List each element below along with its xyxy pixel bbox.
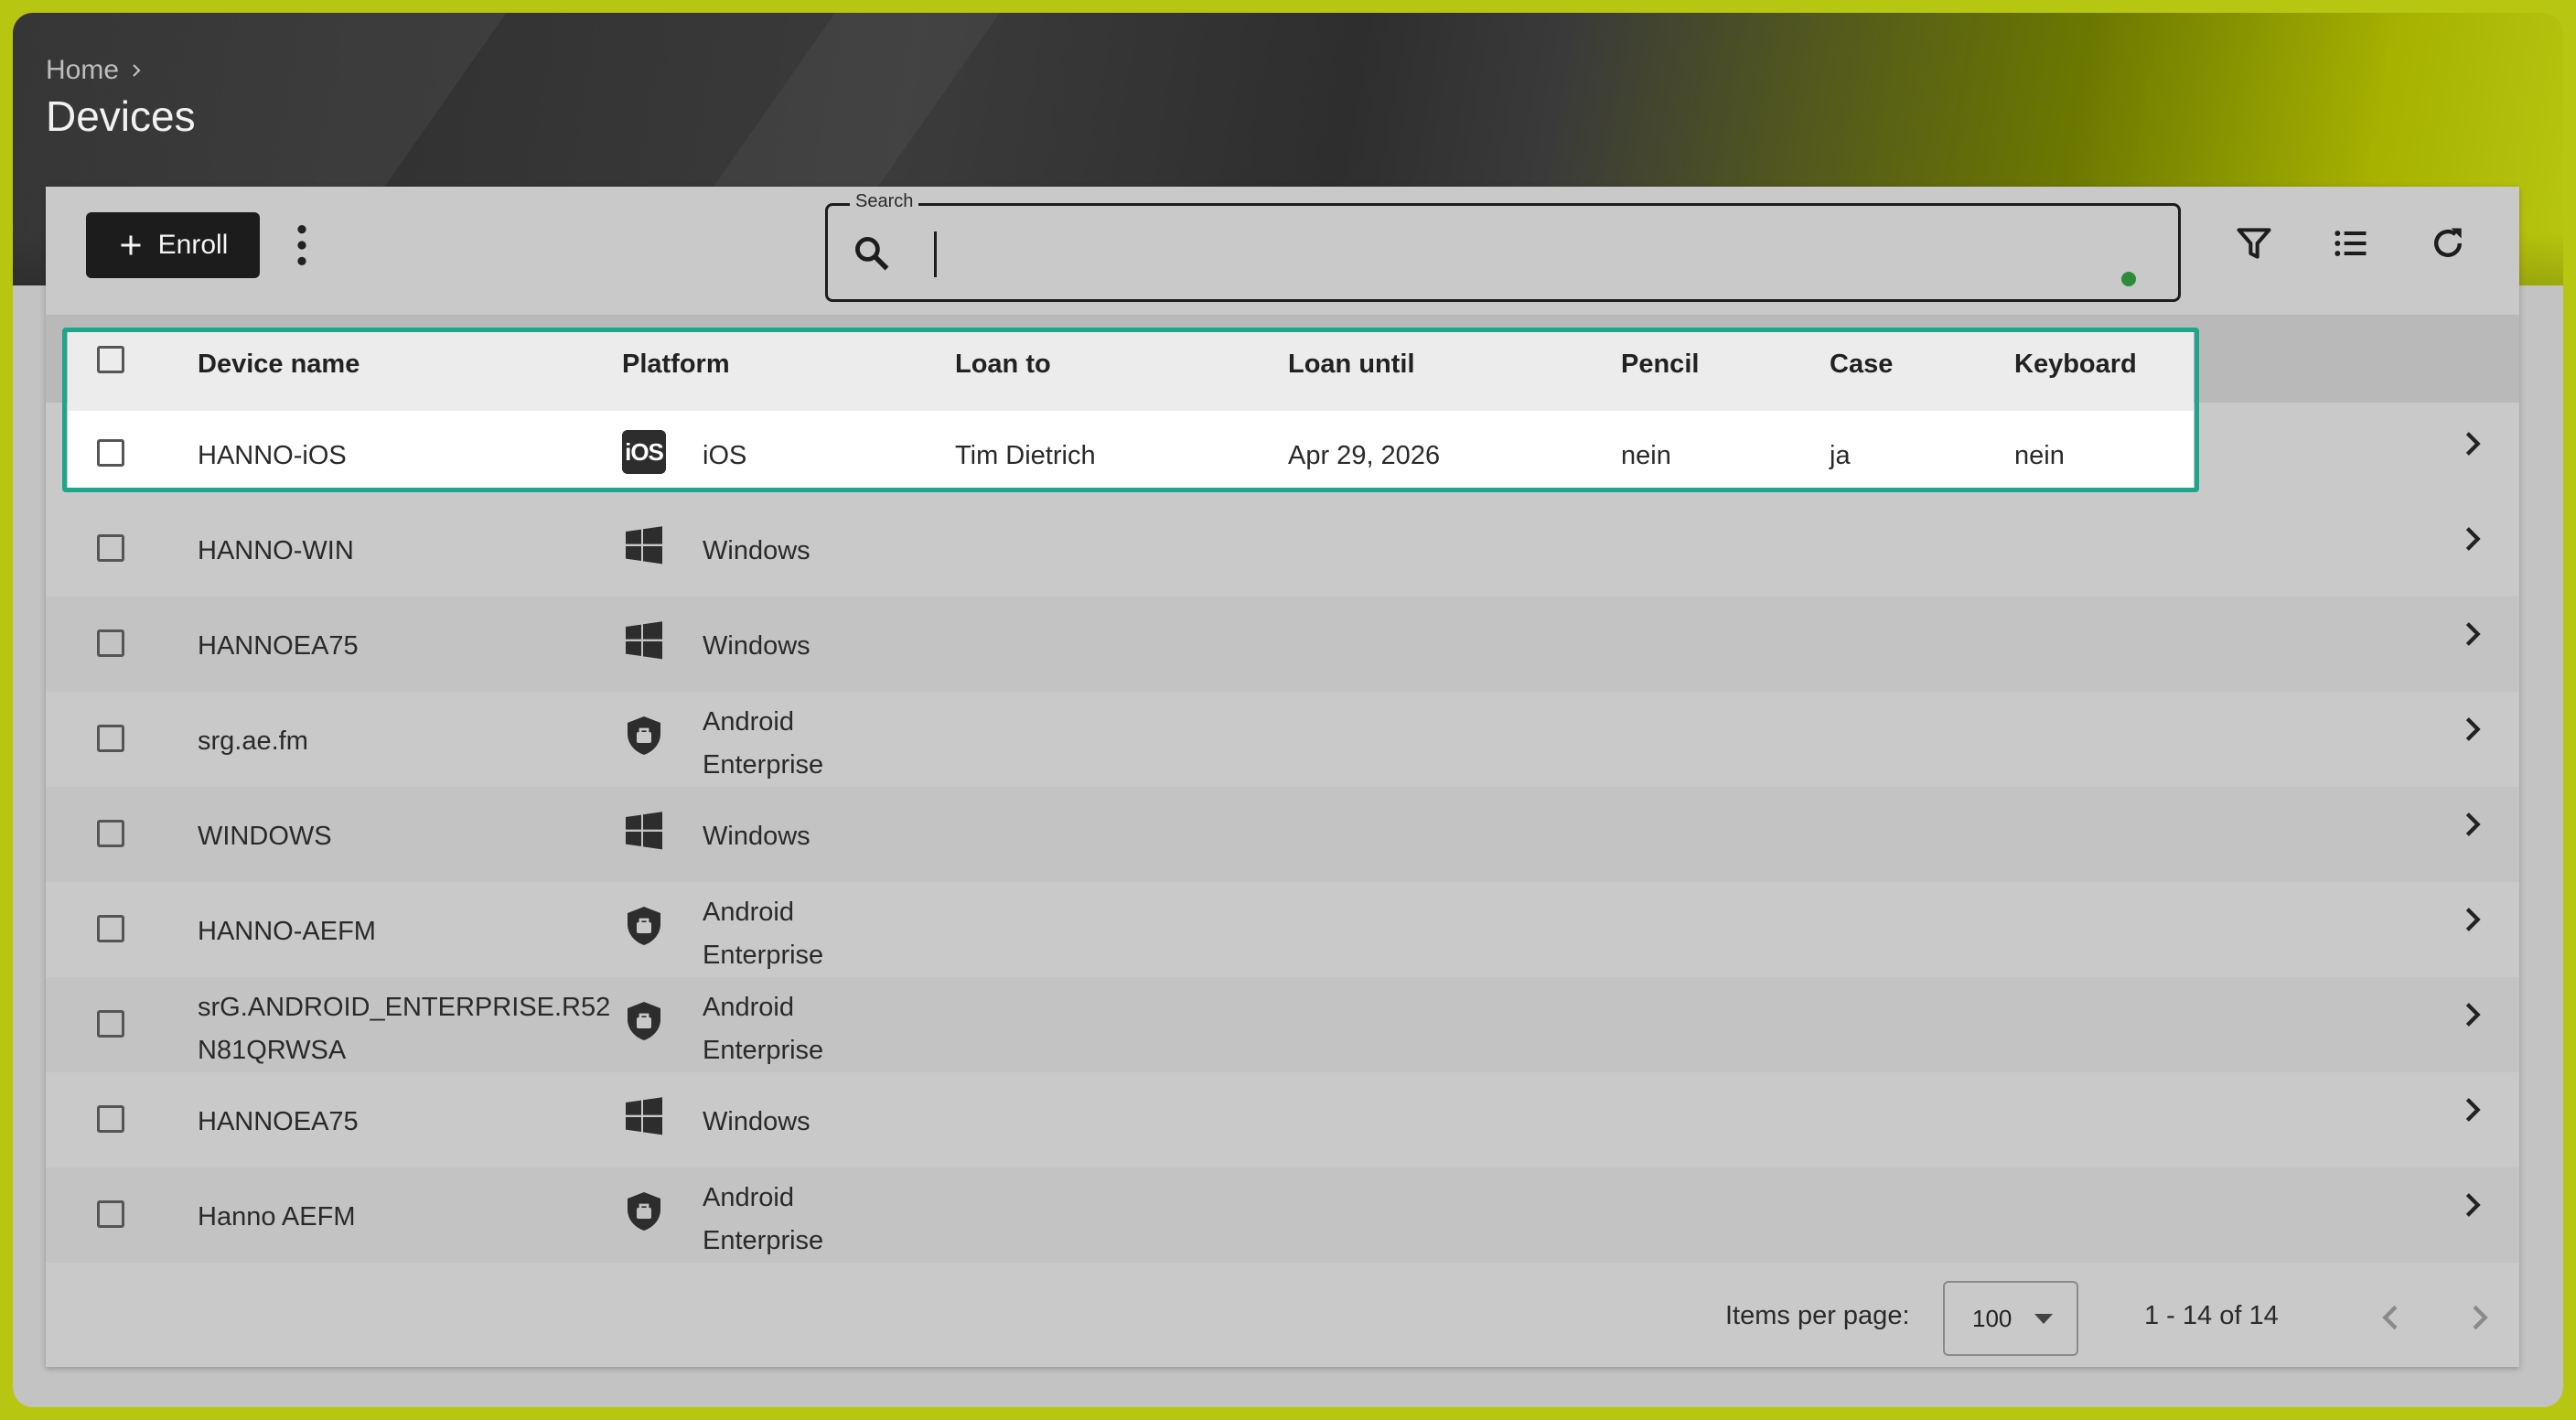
chevron-right-icon[interactable]: [2457, 428, 2488, 459]
next-page-icon[interactable]: [2461, 1299, 2497, 1336]
device-name: Hanno AEFM: [198, 1202, 356, 1232]
search-label: Search: [850, 191, 919, 212]
row-checkbox[interactable]: [97, 725, 124, 752]
row-checkbox[interactable]: [97, 1105, 124, 1133]
android-enterprise-icon: [628, 1192, 660, 1231]
windows-icon: [626, 621, 662, 660]
table-row[interactable]: [46, 1072, 2519, 1167]
platform-name: Android Enterprise: [703, 891, 823, 977]
platform-line-1: Android: [703, 1183, 794, 1212]
platform-line-2: Enterprise: [703, 1036, 824, 1065]
search-input[interactable]: [934, 231, 2100, 277]
row-checkbox[interactable]: [97, 1200, 124, 1228]
android-enterprise-icon: [628, 907, 660, 945]
table-row[interactable]: [46, 787, 2519, 882]
table-row[interactable]: [46, 1167, 2519, 1263]
more-options-icon[interactable]: [285, 221, 318, 269]
refresh-icon[interactable]: [2428, 223, 2468, 264]
chevron-right-icon: [133, 64, 141, 77]
platform-line-1: Android: [703, 993, 794, 1022]
filter-icon[interactable]: [2234, 223, 2274, 264]
platform-name: Android Enterprise: [703, 1177, 823, 1263]
page-title: Devices: [46, 92, 196, 140]
table-row[interactable]: [46, 501, 2519, 597]
platform-line-1: Android: [703, 707, 794, 737]
search-icon: [855, 237, 889, 271]
platform-name: Windows: [703, 536, 810, 565]
items-per-page-label: Items per page:: [1725, 1301, 1910, 1330]
device-name: HANNO-AEFM: [198, 917, 376, 946]
platform-line-2: Enterprise: [703, 941, 824, 970]
device-name: HANNO-WIN: [198, 536, 354, 565]
enroll-label: Enroll: [157, 230, 229, 260]
device-name: HANNOEA75: [198, 631, 359, 661]
row-checkbox[interactable]: [97, 534, 124, 562]
chevron-right-icon[interactable]: [2457, 1094, 2488, 1125]
chevron-right-icon[interactable]: [2457, 809, 2488, 840]
table-row[interactable]: [46, 882, 2519, 977]
chevron-right-icon[interactable]: [2457, 714, 2488, 745]
plus-icon: [121, 235, 141, 255]
windows-icon: [626, 526, 662, 565]
row-checkbox[interactable]: [97, 1010, 124, 1038]
toolbar: Enroll Search: [46, 187, 2519, 304]
dropdown-caret-icon: [2034, 1314, 2053, 1324]
platform-name: Android Enterprise: [703, 986, 823, 1072]
platform-name: Windows: [703, 822, 810, 851]
platform-line-2: Enterprise: [703, 750, 824, 780]
paginator: Items per page: 100 1 - 14 of 14: [46, 1266, 2519, 1367]
row-checkbox[interactable]: [97, 915, 124, 942]
device-name: HANNOEA75: [198, 1107, 359, 1136]
platform-name: Android Enterprise: [703, 701, 823, 787]
row-checkbox[interactable]: [97, 629, 124, 657]
chevron-right-icon[interactable]: [2457, 523, 2488, 554]
selection-highlight-box: [62, 328, 2199, 492]
search-field[interactable]: Search: [825, 191, 2181, 302]
device-name-line-1: srG.ANDROID_ENTERPRISE.R52: [198, 993, 611, 1022]
enroll-button[interactable]: Enroll: [86, 212, 260, 278]
chevron-right-icon[interactable]: [2457, 999, 2488, 1030]
platform-name: Windows: [703, 631, 810, 661]
table-row[interactable]: [46, 597, 2519, 692]
device-name: WINDOWS: [198, 822, 332, 851]
list-view-icon[interactable]: [2331, 223, 2371, 264]
chevron-right-icon[interactable]: [2457, 904, 2488, 935]
windows-icon: [626, 1097, 662, 1135]
android-enterprise-icon: [628, 716, 660, 755]
chevron-right-icon[interactable]: [2457, 1189, 2488, 1221]
breadcrumb: Home: [46, 55, 145, 86]
platform-line-1: Android: [703, 898, 794, 927]
row-checkbox[interactable]: [97, 820, 124, 847]
items-per-page-value: 100: [1972, 1305, 2012, 1332]
items-per-page-select[interactable]: 100: [1943, 1281, 2078, 1356]
chevron-right-icon[interactable]: [2457, 619, 2488, 650]
page-range-label: 1 - 14 of 14: [2144, 1301, 2279, 1330]
device-name: srG.ANDROID_ENTERPRISE.R52 N81QRWSA: [198, 986, 610, 1072]
device-name-line-2: N81QRWSA: [198, 1036, 347, 1065]
table-row[interactable]: [46, 692, 2519, 787]
previous-page-icon[interactable]: [2373, 1299, 2410, 1336]
devices-card: Enroll Search Device name Platform Loan …: [46, 187, 2519, 1367]
breadcrumb-home[interactable]: Home: [46, 55, 119, 86]
device-name: srg.ae.fm: [198, 726, 308, 756]
app-window: Home Devices Enroll Search Device name P…: [13, 13, 2563, 1407]
connection-status-dot: [2121, 272, 2136, 286]
platform-line-2: Enterprise: [703, 1226, 824, 1255]
windows-icon: [626, 812, 662, 850]
platform-name: Windows: [703, 1107, 810, 1136]
android-enterprise-icon: [628, 1002, 660, 1040]
